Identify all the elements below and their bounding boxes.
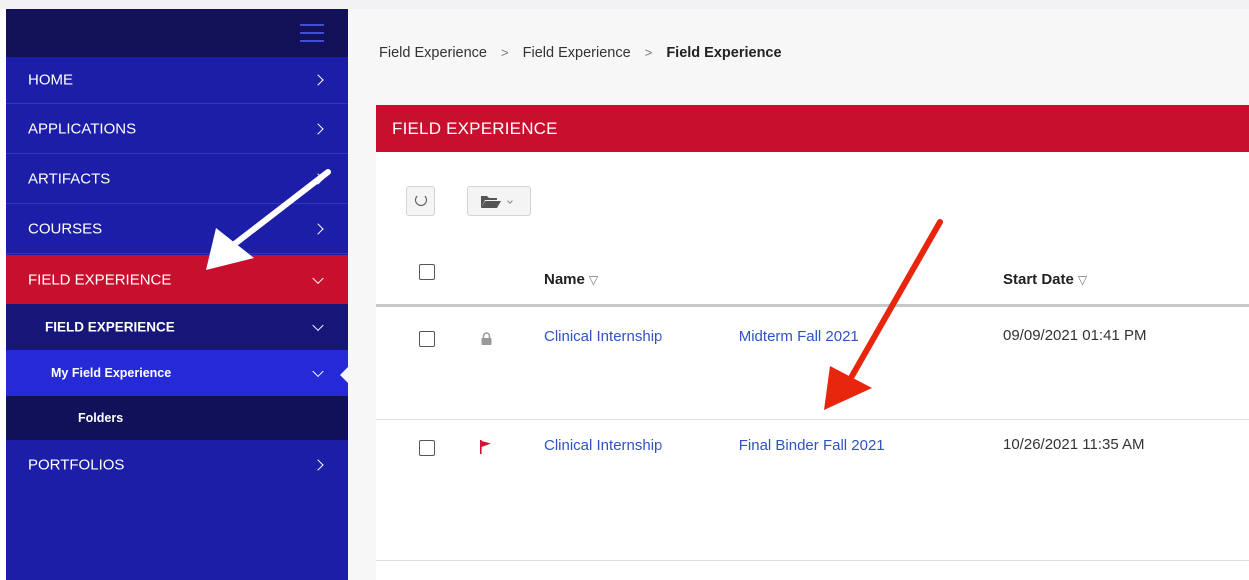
sidebar-item-label: COURSES xyxy=(28,220,103,238)
sidebar-item-label: Folders xyxy=(78,411,124,425)
flag-icon xyxy=(480,440,491,454)
chevron-down-icon xyxy=(507,198,513,204)
sidebar-subitem-my-field-experience[interactable]: My Field Experience xyxy=(6,350,348,396)
sort-icon: ▽ xyxy=(588,273,599,287)
sidebar-item-courses[interactable]: COURSES xyxy=(6,205,348,254)
sidebar-subitem-folders[interactable]: Folders xyxy=(6,396,348,440)
sidebar-item-label: ARTIFACTS xyxy=(28,170,111,188)
entry-start-date: 09/09/2021 01:41 PM xyxy=(1003,327,1147,344)
panel-header: FIELD EXPERIENCE xyxy=(376,105,1249,152)
select-all-checkbox[interactable] xyxy=(419,264,435,280)
entry-name-link[interactable]: Clinical Internship Final Binder Fall 20… xyxy=(544,436,885,456)
table-header-divider xyxy=(376,304,1249,307)
top-band xyxy=(0,0,1249,9)
main-content: Field Experience > Field Experience > Fi… xyxy=(348,9,1249,580)
hamburger-menu-icon[interactable] xyxy=(300,24,324,42)
sidebar-item-label: FIELD EXPERIENCE xyxy=(45,319,175,335)
chevron-down-icon xyxy=(312,365,324,378)
entry-start-date: 10/26/2021 11:35 AM xyxy=(1003,436,1145,453)
breadcrumb-current: Field Experience xyxy=(666,45,782,61)
entry-name-suffix: Midterm Fall 2021 xyxy=(738,327,859,345)
breadcrumb-item[interactable]: Field Experience xyxy=(523,45,631,61)
column-header-start-date[interactable]: Start Date ▽ xyxy=(1003,271,1087,288)
sidebar-item-label: PORTFOLIOS xyxy=(28,456,125,473)
sidebar-item-field-experience[interactable]: FIELD EXPERIENCE xyxy=(6,255,348,304)
breadcrumb: Field Experience > Field Experience > Fi… xyxy=(379,45,782,61)
chevron-right-icon: > xyxy=(501,45,509,60)
sidebar-item-artifacts[interactable]: ARTIFACTS xyxy=(6,155,348,204)
sort-icon: ▽ xyxy=(1077,273,1088,287)
entry-name-link[interactable]: Clinical Internship Midterm Fall 2021 xyxy=(544,327,859,347)
sidebar-item-label: FIELD EXPERIENCE xyxy=(28,271,172,288)
entry-name-prefix: Clinical Internship xyxy=(544,436,663,454)
sidebar-item-portfolios[interactable]: PORTFOLIOS xyxy=(6,440,348,489)
column-header-label: Start Date xyxy=(1003,271,1074,288)
chevron-down-icon xyxy=(312,319,324,332)
chevron-right-icon xyxy=(312,74,324,86)
breadcrumb-item[interactable]: Field Experience xyxy=(379,45,487,61)
row-divider xyxy=(376,419,1249,420)
sidebar-item-applications[interactable]: APPLICATIONS xyxy=(6,105,348,154)
folder-open-icon xyxy=(481,196,501,208)
sidebar-header xyxy=(6,9,348,57)
column-header-name[interactable]: Name ▽ xyxy=(544,271,598,288)
lock-icon xyxy=(481,332,492,345)
redacted-text xyxy=(666,327,735,347)
refresh-icon xyxy=(415,194,427,206)
chevron-right-icon xyxy=(312,223,324,235)
sidebar-item-label: APPLICATIONS xyxy=(28,120,137,138)
row-checkbox[interactable] xyxy=(419,440,435,456)
chevron-right-icon xyxy=(312,123,324,135)
field-experience-panel: FIELD EXPERIENCE Name ▽ Start Date ▽ Clin xyxy=(376,105,1249,580)
panel-title: FIELD EXPERIENCE xyxy=(392,119,558,138)
refresh-button[interactable] xyxy=(406,186,435,216)
sidebar-item-home[interactable]: HOME xyxy=(6,57,348,104)
folder-menu-button[interactable] xyxy=(467,186,531,216)
sidebar-item-label: HOME xyxy=(28,71,73,89)
redacted-text xyxy=(666,436,735,456)
sidebar: HOME APPLICATIONS ARTIFACTS COURSES FIEL… xyxy=(6,9,350,580)
entry-name-prefix: Clinical Internship xyxy=(544,327,663,345)
entry-name-suffix: Final Binder Fall 2021 xyxy=(738,436,885,454)
column-header-label: Name xyxy=(544,271,585,288)
sidebar-subitem-field-experience[interactable]: FIELD EXPERIENCE xyxy=(6,304,348,350)
row-checkbox[interactable] xyxy=(419,331,435,347)
row-divider xyxy=(376,560,1249,561)
chevron-right-icon: > xyxy=(644,45,653,60)
sidebar-item-label: My Field Experience xyxy=(51,366,172,380)
chevron-down-icon xyxy=(312,272,324,284)
chevron-right-icon xyxy=(312,458,324,471)
chevron-right-icon xyxy=(312,173,324,185)
